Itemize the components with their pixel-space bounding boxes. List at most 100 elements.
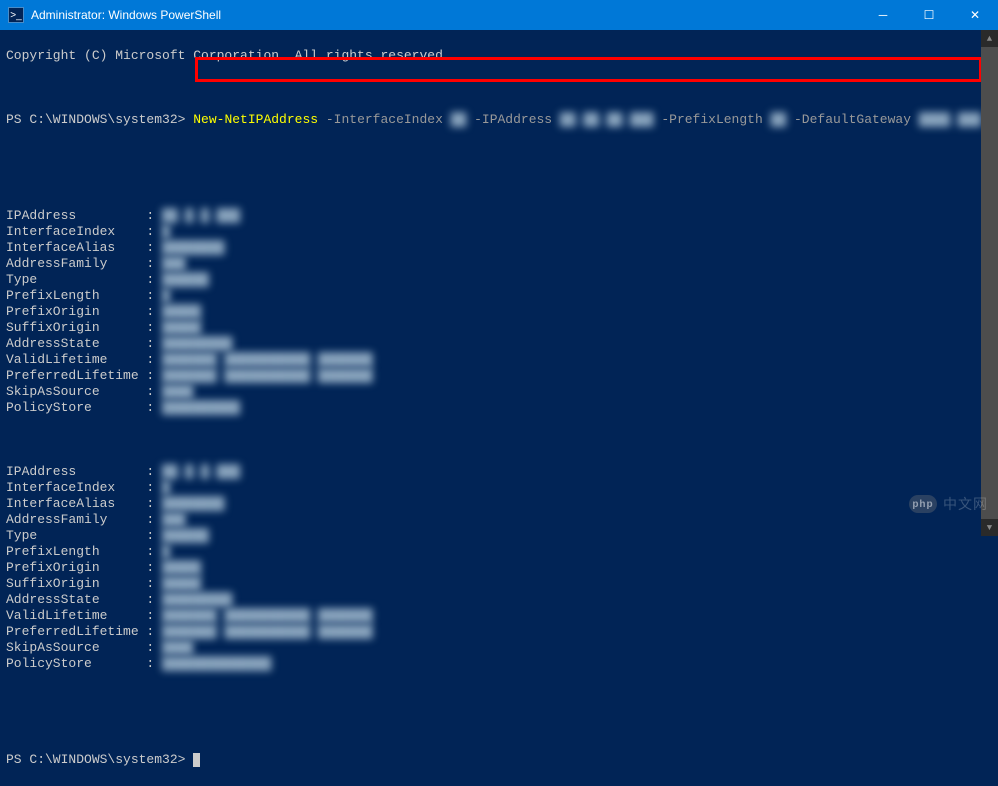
output-label: PrefixLength : xyxy=(6,288,162,303)
scrollbar-down-arrow[interactable]: ▼ xyxy=(981,519,998,536)
value-prefixlength: ██ xyxy=(771,112,787,128)
output-row: InterfaceAlias : ████████ xyxy=(6,240,992,256)
param-defaultgateway: -DefaultGateway xyxy=(786,112,919,127)
output-value: █████ xyxy=(162,560,201,576)
output-label: PreferredLifetime : xyxy=(6,368,162,383)
output-label: InterfaceIndex : xyxy=(6,480,162,495)
powershell-icon-glyph: >_ xyxy=(10,10,21,21)
output-value: ██████ xyxy=(162,272,209,288)
vertical-scrollbar[interactable]: ▲ ▼ xyxy=(981,30,998,536)
output-label: ValidLifetime : xyxy=(6,352,162,367)
output-row: ValidLifetime : ███████ ███████████ ████… xyxy=(6,352,992,368)
output-value: █████████ xyxy=(162,592,232,608)
output-row: InterfaceAlias : ████████ xyxy=(6,496,992,512)
output-row: InterfaceIndex : █ xyxy=(6,480,992,496)
terminal-cursor xyxy=(193,753,200,767)
output-row: InterfaceIndex : █ xyxy=(6,224,992,240)
output-value: █ xyxy=(162,480,170,496)
output-row: IPAddress : ██.█.█.███ xyxy=(6,208,992,224)
output-value: ████████ xyxy=(162,496,224,512)
window-controls: ─ ☐ ✕ xyxy=(860,0,998,30)
param-interfaceindex: -InterfaceIndex xyxy=(318,112,451,127)
output-label: SkipAsSource : xyxy=(6,384,162,399)
output-label: AddressFamily : xyxy=(6,512,162,527)
scrollbar-up-arrow[interactable]: ▲ xyxy=(981,30,998,47)
output-value: █████████ xyxy=(162,336,232,352)
output-value: ██████████ xyxy=(162,400,240,416)
value-ipaddress: ██.██.██.███ xyxy=(560,112,654,128)
value-interfaceindex: ██ xyxy=(451,112,467,128)
output-row: Type : ██████ xyxy=(6,272,992,288)
output-row: AddressFamily : ███ xyxy=(6,256,992,272)
output-label: InterfaceAlias : xyxy=(6,240,162,255)
output-label: AddressState : xyxy=(6,592,162,607)
output-row: SkipAsSource : ████ xyxy=(6,640,992,656)
scrollbar-thumb[interactable] xyxy=(981,47,998,519)
output-value: ███ xyxy=(162,512,185,528)
copyright-line: Copyright (C) Microsoft Corporation. All… xyxy=(6,48,992,64)
output-label: InterfaceAlias : xyxy=(6,496,162,511)
output-row: PrefixOrigin : █████ xyxy=(6,560,992,576)
output-row: Type : ██████ xyxy=(6,528,992,544)
output-value: █████ xyxy=(162,320,201,336)
output-value: █ xyxy=(162,288,170,304)
titlebar-left: >_ Administrator: Windows PowerShell xyxy=(0,7,221,23)
output-row: AddressState : █████████ xyxy=(6,592,992,608)
maximize-button[interactable]: ☐ xyxy=(906,0,952,30)
param-ipaddress: -IPAddress xyxy=(466,112,560,127)
command-line: PS C:\WINDOWS\system32> New-NetIPAddress… xyxy=(6,112,992,128)
output-row: PreferredLifetime : ███████ ███████████ … xyxy=(6,368,992,384)
output-value: ███████ ███████████ ███████ xyxy=(162,624,373,640)
output-row: PreferredLifetime : ███████ ███████████ … xyxy=(6,624,992,640)
output-label: Type : xyxy=(6,272,162,287)
output-row: IPAddress : ██.█.█.███ xyxy=(6,464,992,480)
prompt: PS C:\WINDOWS\system32> xyxy=(6,752,193,767)
param-prefixlength: -PrefixLength xyxy=(654,112,771,127)
watermark-logo: php xyxy=(909,495,937,513)
output-label: ValidLifetime : xyxy=(6,608,162,623)
output-row: PolicyStore : ██████████████ xyxy=(6,656,992,672)
output-label: AddressState : xyxy=(6,336,162,351)
output-value: ██.█.█.███ xyxy=(162,464,240,480)
output-value: ███████ ███████████ ███████ xyxy=(162,608,373,624)
terminal-output[interactable]: Copyright (C) Microsoft Corporation. All… xyxy=(0,30,998,786)
output-label: InterfaceIndex : xyxy=(6,224,162,239)
powershell-icon: >_ xyxy=(8,7,24,23)
output-value: █ xyxy=(162,224,170,240)
output-value: █████ xyxy=(162,304,201,320)
output-value: ███████ ███████████ ███████ xyxy=(162,368,373,384)
minimize-button[interactable]: ─ xyxy=(860,0,906,30)
output-row: PolicyStore : ██████████ xyxy=(6,400,992,416)
output-label: SuffixOrigin : xyxy=(6,576,162,591)
output-value: █ xyxy=(162,544,170,560)
output-label: PolicyStore : xyxy=(6,656,162,671)
output-value: ██.█.█.███ xyxy=(162,208,240,224)
output-row: PrefixLength : █ xyxy=(6,544,992,560)
prompt: PS C:\WINDOWS\system32> xyxy=(6,112,193,127)
output-label: PolicyStore : xyxy=(6,400,162,415)
watermark-text: 中文网 xyxy=(943,494,988,514)
output-row: AddressState : █████████ xyxy=(6,336,992,352)
output-label: PrefixOrigin : xyxy=(6,304,162,319)
output-row: ValidLifetime : ███████ ███████████ ████… xyxy=(6,608,992,624)
output-label: SkipAsSource : xyxy=(6,640,162,655)
output-value: ██████ xyxy=(162,528,209,544)
watermark: php 中文网 xyxy=(909,494,988,514)
output-row: SuffixOrigin : █████ xyxy=(6,576,992,592)
output-label: PrefixLength : xyxy=(6,544,162,559)
output-row: PrefixOrigin : █████ xyxy=(6,304,992,320)
output-label: AddressFamily : xyxy=(6,256,162,271)
output-value: ███████ ███████████ ███████ xyxy=(162,352,373,368)
output-value: ███ xyxy=(162,256,185,272)
close-button[interactable]: ✕ xyxy=(952,0,998,30)
output-row: AddressFamily : ███ xyxy=(6,512,992,528)
output-value: ████████ xyxy=(162,240,224,256)
output-value: ██████████████ xyxy=(162,656,271,672)
value-defaultgateway: ████.███ xyxy=(919,112,981,128)
window-title: Administrator: Windows PowerShell xyxy=(31,8,221,22)
output-row: PrefixLength : █ xyxy=(6,288,992,304)
output-label: IPAddress : xyxy=(6,464,162,479)
output-label: IPAddress : xyxy=(6,208,162,223)
output-row: SuffixOrigin : █████ xyxy=(6,320,992,336)
cmdlet-name: New-NetIPAddress xyxy=(193,112,318,127)
